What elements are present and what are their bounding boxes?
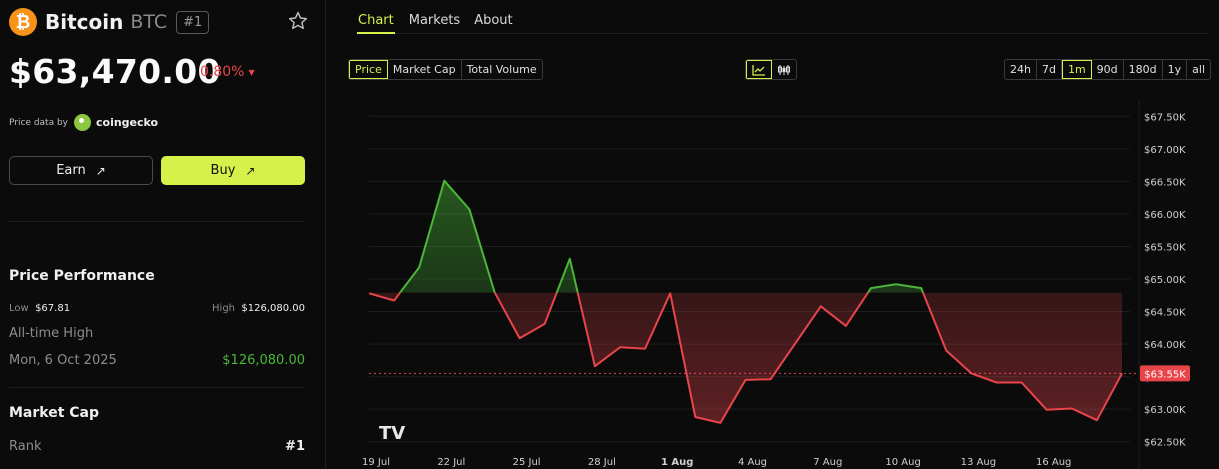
high-label: High	[212, 303, 236, 314]
bitcoin-logo-icon: ₿	[9, 8, 37, 36]
y-tick-label: $65.50K	[1144, 242, 1186, 253]
ath-date-row: Mon, 6 Oct 2025 $126,080.00	[9, 353, 305, 368]
price-change-percent: 0.80%	[200, 64, 245, 80]
divider	[9, 387, 305, 388]
earn-button-label: Earn	[56, 163, 86, 178]
price-performance-title: Price Performance	[9, 268, 155, 284]
x-tick-label: 19 Jul	[362, 457, 390, 468]
price-data-provider[interactable]: coingecko	[96, 116, 158, 129]
x-tick-label: 28 Jul	[588, 457, 616, 468]
range-24h[interactable]: 24h	[1005, 60, 1037, 79]
coin-header: ₿ Bitcoin BTC #1	[9, 8, 309, 36]
range-180d[interactable]: 180d	[1124, 60, 1163, 79]
arrow-up-right-icon: ↗	[245, 163, 256, 178]
y-tick-label: $64.50K	[1144, 308, 1186, 319]
tab-about[interactable]: About	[474, 12, 512, 34]
x-tick-label: 1 Aug	[661, 457, 693, 468]
down-arrow-icon: ▼	[248, 67, 255, 77]
earn-button[interactable]: Earn ↗	[9, 156, 153, 185]
arrow-up-right-icon: ↗	[95, 163, 106, 178]
y-tick-label: $66.00K	[1144, 210, 1186, 221]
low-label: Low	[9, 303, 29, 314]
chart-panel: Chart Markets About Price Market Cap Tot…	[327, 0, 1219, 469]
tab-bar: Chart Markets About	[357, 12, 1209, 34]
range-1y[interactable]: 1y	[1163, 60, 1188, 79]
rank-value: #1	[285, 439, 305, 454]
low-value: $67.81	[35, 303, 71, 314]
x-tick-label: 10 Aug	[885, 457, 920, 468]
chart-style-toggle	[745, 59, 797, 80]
low-high-row: Low $67.81 High $126,080.00	[9, 303, 305, 314]
x-axis: 19 Jul 22 Jul 25 Jul 28 Jul 1 Aug 4 Aug 7 Aug 1…	[362, 457, 1071, 468]
current-price-label: $63.55K	[1144, 369, 1186, 380]
y-tick-label: $67.50K	[1144, 112, 1186, 123]
market-cap-title: Market Cap	[9, 405, 100, 421]
tradingview-watermark: TV	[379, 423, 405, 444]
ath-date: Mon, 6 Oct 2025	[9, 353, 117, 368]
x-tick-label: 22 Jul	[437, 457, 465, 468]
coin-symbol: BTC	[130, 11, 168, 33]
y-tick-label: $67.00K	[1144, 145, 1186, 156]
buy-button[interactable]: Buy ↗	[161, 156, 305, 185]
area-below-baseline	[369, 292, 1122, 423]
high-value: $126,080.00	[241, 303, 305, 314]
price-data-label: Price data by	[9, 117, 68, 128]
y-tick-label: $66.50K	[1144, 177, 1186, 188]
coingecko-logo-icon	[74, 114, 91, 131]
x-tick-label: 25 Jul	[513, 457, 541, 468]
range-90d[interactable]: 90d	[1092, 60, 1124, 79]
ath-label: All-time High	[9, 326, 94, 341]
metric-total-volume[interactable]: Total Volume	[462, 60, 542, 79]
price-data-attribution: Price data by coingecko	[9, 114, 158, 131]
coin-name: Bitcoin	[45, 10, 124, 34]
range-1m[interactable]: 1m	[1061, 60, 1092, 79]
tab-chart[interactable]: Chart	[357, 12, 395, 34]
buy-button-label: Buy	[210, 163, 236, 178]
divider	[9, 221, 305, 222]
metric-toggle: Price Market Cap Total Volume	[348, 59, 543, 80]
y-tick-label: $62.50K	[1144, 438, 1186, 449]
x-tick-label: 4 Aug	[738, 457, 767, 468]
price-change: 0.80% ▼	[200, 64, 255, 80]
ath-value: $126,080.00	[222, 353, 305, 368]
price-chart[interactable]: $67.50K $67.00K $66.50K $66.00K $65.50K $65.0…	[327, 100, 1219, 469]
x-tick-label: 13 Aug	[961, 457, 996, 468]
current-price: $63,470.00	[9, 52, 221, 91]
tab-markets[interactable]: Markets	[409, 12, 460, 34]
y-tick-label: $63.00K	[1144, 405, 1186, 416]
chart-fill	[369, 180, 1122, 423]
rank-label: Rank	[9, 439, 42, 454]
rank-badge: #1	[176, 10, 210, 34]
time-range-toggle: 24h 7d 1m 90d 180d 1y all	[1004, 59, 1212, 80]
candlestick-icon[interactable]	[772, 60, 796, 79]
line-chart-icon[interactable]	[746, 60, 772, 79]
range-7d[interactable]: 7d	[1037, 60, 1062, 79]
y-tick-label: $65.00K	[1144, 275, 1186, 286]
metric-price[interactable]: Price	[349, 60, 388, 79]
metric-market-cap[interactable]: Market Cap	[388, 60, 462, 79]
range-all[interactable]: all	[1187, 60, 1210, 79]
y-tick-label: $64.00K	[1144, 340, 1186, 351]
coin-info-panel: ₿ Bitcoin BTC #1 $63,470.00 0.80% ▼ Price…	[0, 0, 326, 469]
star-icon[interactable]	[287, 10, 309, 32]
x-tick-label: 7 Aug	[813, 457, 842, 468]
ath-row: All-time High	[9, 326, 305, 341]
x-tick-label: 16 Aug	[1036, 457, 1071, 468]
y-axis: $67.50K $67.00K $66.50K $66.00K $65.50K $65.0…	[1138, 100, 1186, 469]
rank-row: Rank #1	[9, 439, 305, 454]
